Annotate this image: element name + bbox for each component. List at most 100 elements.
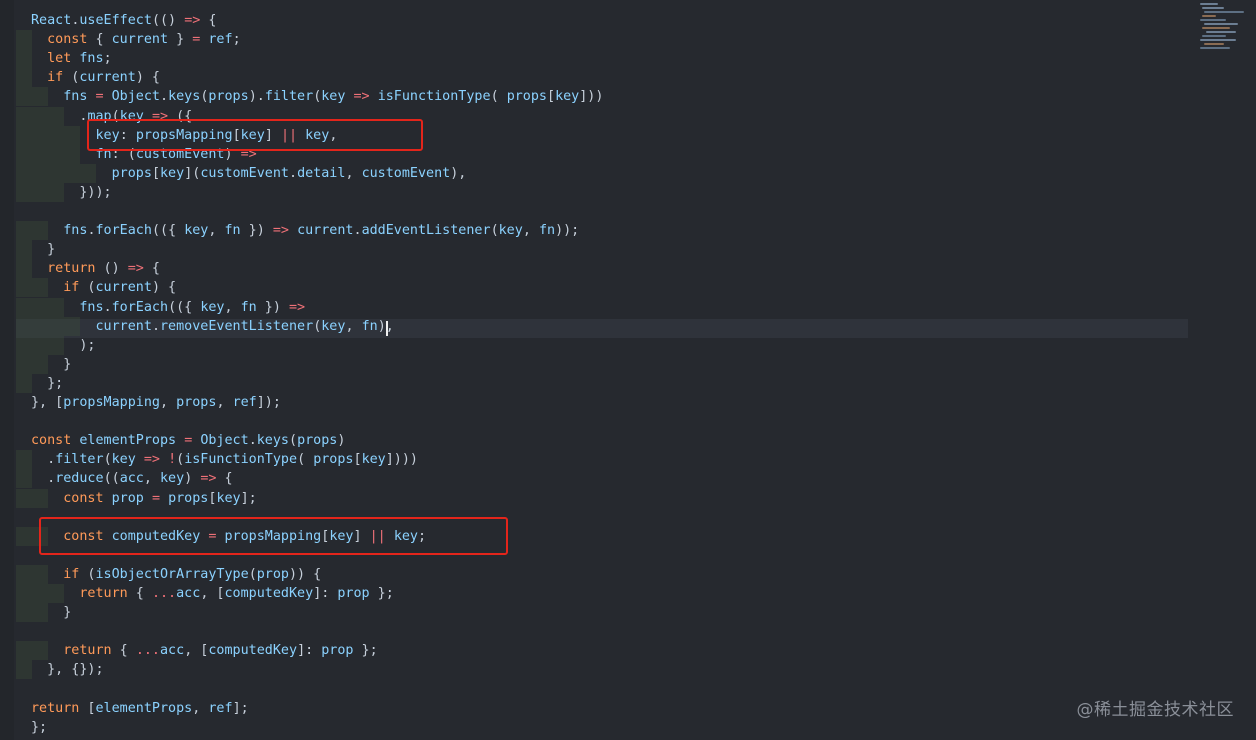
indent-guide <box>16 68 32 88</box>
code-text: fn: (customEvent) => <box>95 146 257 162</box>
indent-guide <box>16 163 32 183</box>
code-line[interactable]: }, [propsMapping, props, ref]); <box>0 393 1180 412</box>
indent-guide <box>16 106 32 126</box>
code-line[interactable]: .map(key => ({ <box>0 106 1180 126</box>
code-text: .filter(key => !(isFunctionType( props[k… <box>47 452 418 468</box>
indent-guide <box>16 278 32 298</box>
code-line[interactable]: const { current } = ref; <box>0 30 1180 50</box>
code-line[interactable] <box>0 680 1180 699</box>
code-text: const prop = props[key]; <box>63 490 257 506</box>
indent-guide <box>16 526 32 546</box>
code-text: fns = Object.keys(props).filter(key => i… <box>63 89 604 105</box>
code-line[interactable]: }; <box>0 718 1180 737</box>
code-line[interactable]: current.removeEventListener(key, fn), <box>0 316 1180 336</box>
code-line[interactable]: }, {}); <box>0 660 1180 680</box>
code-line[interactable] <box>0 508 1180 527</box>
code-line[interactable]: if (isObjectOrArrayType(prop)) { <box>0 564 1180 584</box>
code-line[interactable]: } <box>0 603 1180 623</box>
indent-guide <box>16 221 32 241</box>
code-text: return { ...acc, [computedKey]: prop }; <box>79 586 394 601</box>
code-text: })); <box>79 184 112 200</box>
indent-guide <box>16 335 32 355</box>
code-line[interactable]: fns.forEach(({ key, fn }) => current.add… <box>0 221 1180 241</box>
indent-guide <box>16 182 32 202</box>
code-text: .map(key => ({ <box>79 108 193 124</box>
code-text: props[key](customEvent.detail, customEve… <box>111 165 467 181</box>
indent-guide <box>16 49 32 69</box>
code-line[interactable]: let fns; <box>0 49 1180 69</box>
code-line[interactable]: React.useEffect(() => { <box>0 11 1180 30</box>
code-text: }; <box>47 375 64 391</box>
text-cursor <box>386 321 388 336</box>
code-line[interactable] <box>0 202 1180 221</box>
code-line[interactable]: return [elementProps, ref]; <box>0 699 1180 718</box>
indent-guide <box>16 240 32 260</box>
indent-guide <box>16 30 32 50</box>
code-line[interactable]: ); <box>0 335 1180 355</box>
code-text: return () => { <box>47 261 160 277</box>
indent-guide <box>16 469 32 489</box>
indent-guide <box>16 641 32 661</box>
indent-guide <box>16 87 32 107</box>
code-text: }, {}); <box>47 662 104 678</box>
code-line[interactable]: fn: (customEvent) => <box>0 144 1180 164</box>
indent-guide <box>16 144 32 164</box>
code-text: ); <box>79 337 96 353</box>
indent-guide <box>16 450 32 470</box>
code-text: if (current) { <box>63 280 177 296</box>
code-line[interactable] <box>0 546 1180 565</box>
code-text: key: propsMapping[key] || key, <box>95 127 338 143</box>
minimap[interactable] <box>1192 0 1256 60</box>
code-line[interactable]: const computedKey = propsMapping[key] ||… <box>0 526 1180 546</box>
code-text: current.removeEventListener(key, fn), <box>95 318 394 334</box>
code-line[interactable]: .filter(key => !(isFunctionType( props[k… <box>0 450 1180 470</box>
code-line[interactable]: props[key](customEvent.detail, customEve… <box>0 163 1180 183</box>
code-line[interactable]: const elementProps = Object.keys(props) <box>0 431 1180 450</box>
indent-guide <box>16 373 32 393</box>
code-line[interactable]: fns = Object.keys(props).filter(key => i… <box>0 87 1180 107</box>
code-line[interactable]: if (current) { <box>0 278 1180 298</box>
code-text: fns.forEach(({ key, fn }) => <box>79 299 306 315</box>
code-line[interactable]: key: propsMapping[key] || key, <box>0 125 1180 145</box>
code-line[interactable]: fns.forEach(({ key, fn }) => <box>0 297 1180 317</box>
indent-guide <box>16 354 32 374</box>
code-line[interactable]: return { ...acc, [computedKey]: prop }; <box>0 584 1180 603</box>
code-line[interactable]: }; <box>0 373 1180 393</box>
code-text: } <box>63 356 72 372</box>
code-text: } <box>63 605 72 621</box>
code-line[interactable] <box>0 622 1180 641</box>
code-text: const elementProps = Object.keys(props) <box>31 433 346 449</box>
code-text: } <box>47 242 56 258</box>
code-line[interactable] <box>0 412 1180 431</box>
code-line[interactable]: return { ...acc, [computedKey]: prop }; <box>0 641 1180 661</box>
code-line[interactable]: if (current) { <box>0 68 1180 88</box>
code-text: return [elementProps, ref]; <box>31 700 249 716</box>
code-text: React.useEffect(() => { <box>31 13 217 28</box>
code-line[interactable]: .reduce((acc, key) => { <box>0 469 1180 489</box>
code-text: .reduce((acc, key) => { <box>47 471 233 487</box>
code-text: }; <box>31 719 48 735</box>
code-line[interactable]: })); <box>0 182 1180 202</box>
indent-guide <box>16 564 32 584</box>
code-text: return { ...acc, [computedKey]: prop }; <box>63 643 378 659</box>
indent-guide <box>16 488 32 508</box>
indent-guide <box>16 297 32 317</box>
code-line[interactable]: const prop = props[key]; <box>0 488 1180 508</box>
code-text: if (isObjectOrArrayType(prop)) { <box>63 566 322 582</box>
code-editor[interactable]: React.useEffect(() => { const { current … <box>0 0 1256 740</box>
code-text: }, [propsMapping, props, ref]); <box>31 395 281 410</box>
indent-guide <box>16 660 32 680</box>
code-line[interactable]: } <box>0 240 1180 260</box>
indent-guide <box>16 603 32 623</box>
indent-guide <box>16 259 32 279</box>
watermark: @稀土掘金技术社区 <box>1076 700 1234 720</box>
code-text: let fns; <box>47 51 112 67</box>
indent-guide <box>16 584 32 603</box>
indent-guide <box>16 316 32 336</box>
code-line[interactable]: return () => { <box>0 259 1180 279</box>
code-text: const { current } = ref; <box>47 32 241 48</box>
code-line[interactable]: } <box>0 354 1180 374</box>
code-text: fns.forEach(({ key, fn }) => current.add… <box>63 223 580 239</box>
code-text: const computedKey = propsMapping[key] ||… <box>63 528 427 544</box>
code-text: if (current) { <box>47 70 160 86</box>
